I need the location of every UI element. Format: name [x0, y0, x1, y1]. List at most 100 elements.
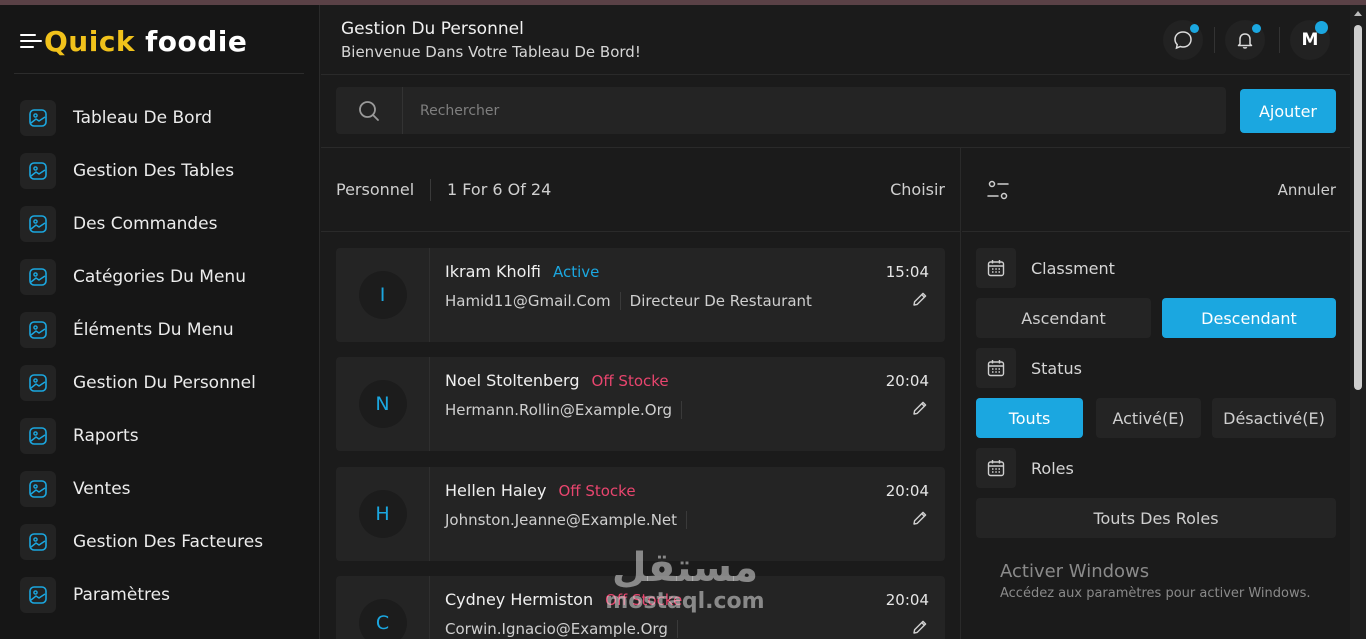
- image-icon: [20, 311, 56, 348]
- staff-contact-line: Johnston.Jeanne@Example.Net: [445, 511, 696, 529]
- search-icon[interactable]: [336, 87, 403, 134]
- roles-label: Roles: [1031, 458, 1074, 478]
- status-label: Status: [1031, 358, 1082, 378]
- pencil-icon[interactable]: [911, 399, 929, 417]
- sidebar: Quick foodie Tableau De Bord Gestion Des…: [0, 5, 320, 639]
- image-icon: [20, 523, 56, 560]
- header-divider: [1214, 27, 1215, 53]
- staff-name-line: Hellen Haley Off Stocke: [445, 481, 636, 500]
- staff-card[interactable]: N Noel Stoltenberg Off Stocke Hermann.Rol…: [336, 357, 945, 451]
- sidebar-item-sales[interactable]: Ventes: [20, 462, 310, 515]
- sidebar-item-label: Paramètres: [73, 584, 170, 605]
- image-icon: [20, 364, 56, 401]
- staff-time: 20:04: [885, 591, 929, 609]
- sidebar-item-staff[interactable]: Gestion Du Personnel: [20, 356, 310, 409]
- pencil-icon[interactable]: [911, 509, 929, 527]
- staff-avatar-column: C: [336, 576, 430, 639]
- sidebar-item-tables[interactable]: Gestion Des Tables: [20, 144, 310, 197]
- brand-name-part1: Quick: [44, 24, 136, 58]
- roles-select[interactable]: Touts Des Roles: [976, 498, 1336, 538]
- staff-time: 20:04: [885, 482, 929, 500]
- scrollbar-thumb[interactable]: [1354, 25, 1362, 390]
- sidebar-item-dashboard[interactable]: Tableau De Bord: [20, 91, 310, 144]
- chat-bubble-icon: [1174, 31, 1192, 50]
- sidebar-item-menu-categories[interactable]: Catégories Du Menu: [20, 250, 310, 303]
- divider: [676, 620, 678, 638]
- image-icon: [20, 417, 56, 454]
- staff-name: Cydney Hermiston: [445, 590, 594, 609]
- pencil-icon[interactable]: [911, 290, 929, 308]
- sort-ascending-button[interactable]: Ascendant: [976, 298, 1151, 338]
- staff-email: Hermann.Rollin@Example.Org: [445, 401, 673, 419]
- sort-section: Classment: [976, 248, 1115, 288]
- staff-name: Ikram Kholfi: [445, 262, 541, 281]
- scroll-up-arrow-icon[interactable]: [1354, 11, 1362, 16]
- avatar: H: [358, 490, 407, 538]
- sidebar-item-label: Des Commandes: [73, 213, 218, 234]
- avatar: C: [358, 599, 407, 639]
- status-inactive-button[interactable]: Désactivé(E): [1212, 398, 1336, 438]
- sidebar-item-reports[interactable]: Raports: [20, 409, 310, 462]
- sidebar-item-settings[interactable]: Paramètres: [20, 568, 310, 621]
- sidebar-item-menu-items[interactable]: Éléments Du Menu: [20, 303, 310, 356]
- page-header: Gestion Du Personnel Bienvenue Dans Votr…: [321, 5, 1350, 75]
- image-icon: [20, 576, 56, 613]
- header-divider: [1279, 27, 1280, 53]
- cancel-button[interactable]: Annuler: [1278, 181, 1336, 199]
- brand-name-part2: foodie: [145, 24, 248, 58]
- staff-avatar-column: H: [336, 467, 430, 561]
- divider: [619, 292, 621, 310]
- avatar: N: [358, 380, 407, 428]
- staff-name: Hellen Haley: [445, 481, 547, 500]
- sidebar-item-label: Tableau De Bord: [73, 107, 213, 128]
- staff-name-line: Noel Stoltenberg Off Stocke: [445, 371, 669, 390]
- choose-button[interactable]: Choisir: [890, 180, 945, 199]
- pencil-icon[interactable]: [911, 618, 929, 636]
- activation-title: Activer Windows: [1000, 561, 1150, 582]
- staff-card[interactable]: I Ikram Kholfi Active Hamid11@Gmail.Com Di…: [336, 248, 945, 342]
- sidebar-item-label: Gestion Des Tables: [73, 160, 235, 181]
- notifications-button[interactable]: [1225, 20, 1265, 60]
- search-bar: [336, 87, 1226, 134]
- status-all-button[interactable]: Touts: [976, 398, 1083, 438]
- sort-descending-button[interactable]: Descendant: [1162, 298, 1336, 338]
- list-header-divider: [430, 179, 431, 201]
- page-scrollbar[interactable]: [1350, 5, 1366, 639]
- filter-sliders-icon: [987, 180, 1009, 200]
- staff-time: 15:04: [885, 263, 929, 281]
- status-active-button[interactable]: Activé(E): [1096, 398, 1201, 438]
- staff-avatar-column: N: [336, 357, 430, 451]
- divider: [686, 511, 688, 529]
- staff-contact-line: Corwin.Ignacio@Example.Org: [445, 620, 687, 638]
- add-button[interactable]: Ajouter: [1240, 89, 1336, 133]
- sidebar-item-label: Ventes: [73, 478, 131, 499]
- calendar-icon: [976, 448, 1016, 488]
- list-title: Personnel: [336, 180, 415, 199]
- menu-icon[interactable]: [20, 34, 42, 48]
- page-subtitle: Bienvenue Dans Votre Tableau De Bord!: [341, 43, 641, 61]
- sidebar-item-orders[interactable]: Des Commandes: [20, 197, 310, 250]
- user-avatar[interactable]: M: [1290, 20, 1330, 60]
- calendar-icon: [976, 348, 1016, 388]
- watermark: مستقل mostaql.com: [600, 546, 770, 614]
- chat-badge: [1190, 24, 1199, 33]
- calendar-icon: [976, 248, 1016, 288]
- online-indicator: [1315, 21, 1328, 34]
- image-icon: [20, 205, 56, 242]
- filter-header: Annuler: [962, 148, 1350, 232]
- sort-label: Classment: [1031, 258, 1115, 278]
- divider: [681, 401, 683, 419]
- status-badge: Off Stocke: [591, 372, 669, 390]
- staff-name: Noel Stoltenberg: [445, 371, 580, 390]
- brand-logo[interactable]: Quick foodie: [20, 19, 247, 63]
- chat-button[interactable]: [1163, 20, 1203, 60]
- search-input[interactable]: [420, 87, 1210, 134]
- status-section: Status: [976, 348, 1082, 388]
- image-icon: [20, 470, 56, 507]
- staff-email: Corwin.Ignacio@Example.Org: [445, 620, 668, 638]
- staff-email: Johnston.Jeanne@Example.Net: [445, 511, 678, 529]
- windows-activation-notice: Activer Windows Accédez aux paramètres p…: [1000, 561, 1311, 601]
- staff-time: 20:04: [885, 372, 929, 390]
- sidebar-item-invoices[interactable]: Gestion Des Facteures: [20, 515, 310, 568]
- watermark-latin: mostaql.com: [605, 589, 765, 614]
